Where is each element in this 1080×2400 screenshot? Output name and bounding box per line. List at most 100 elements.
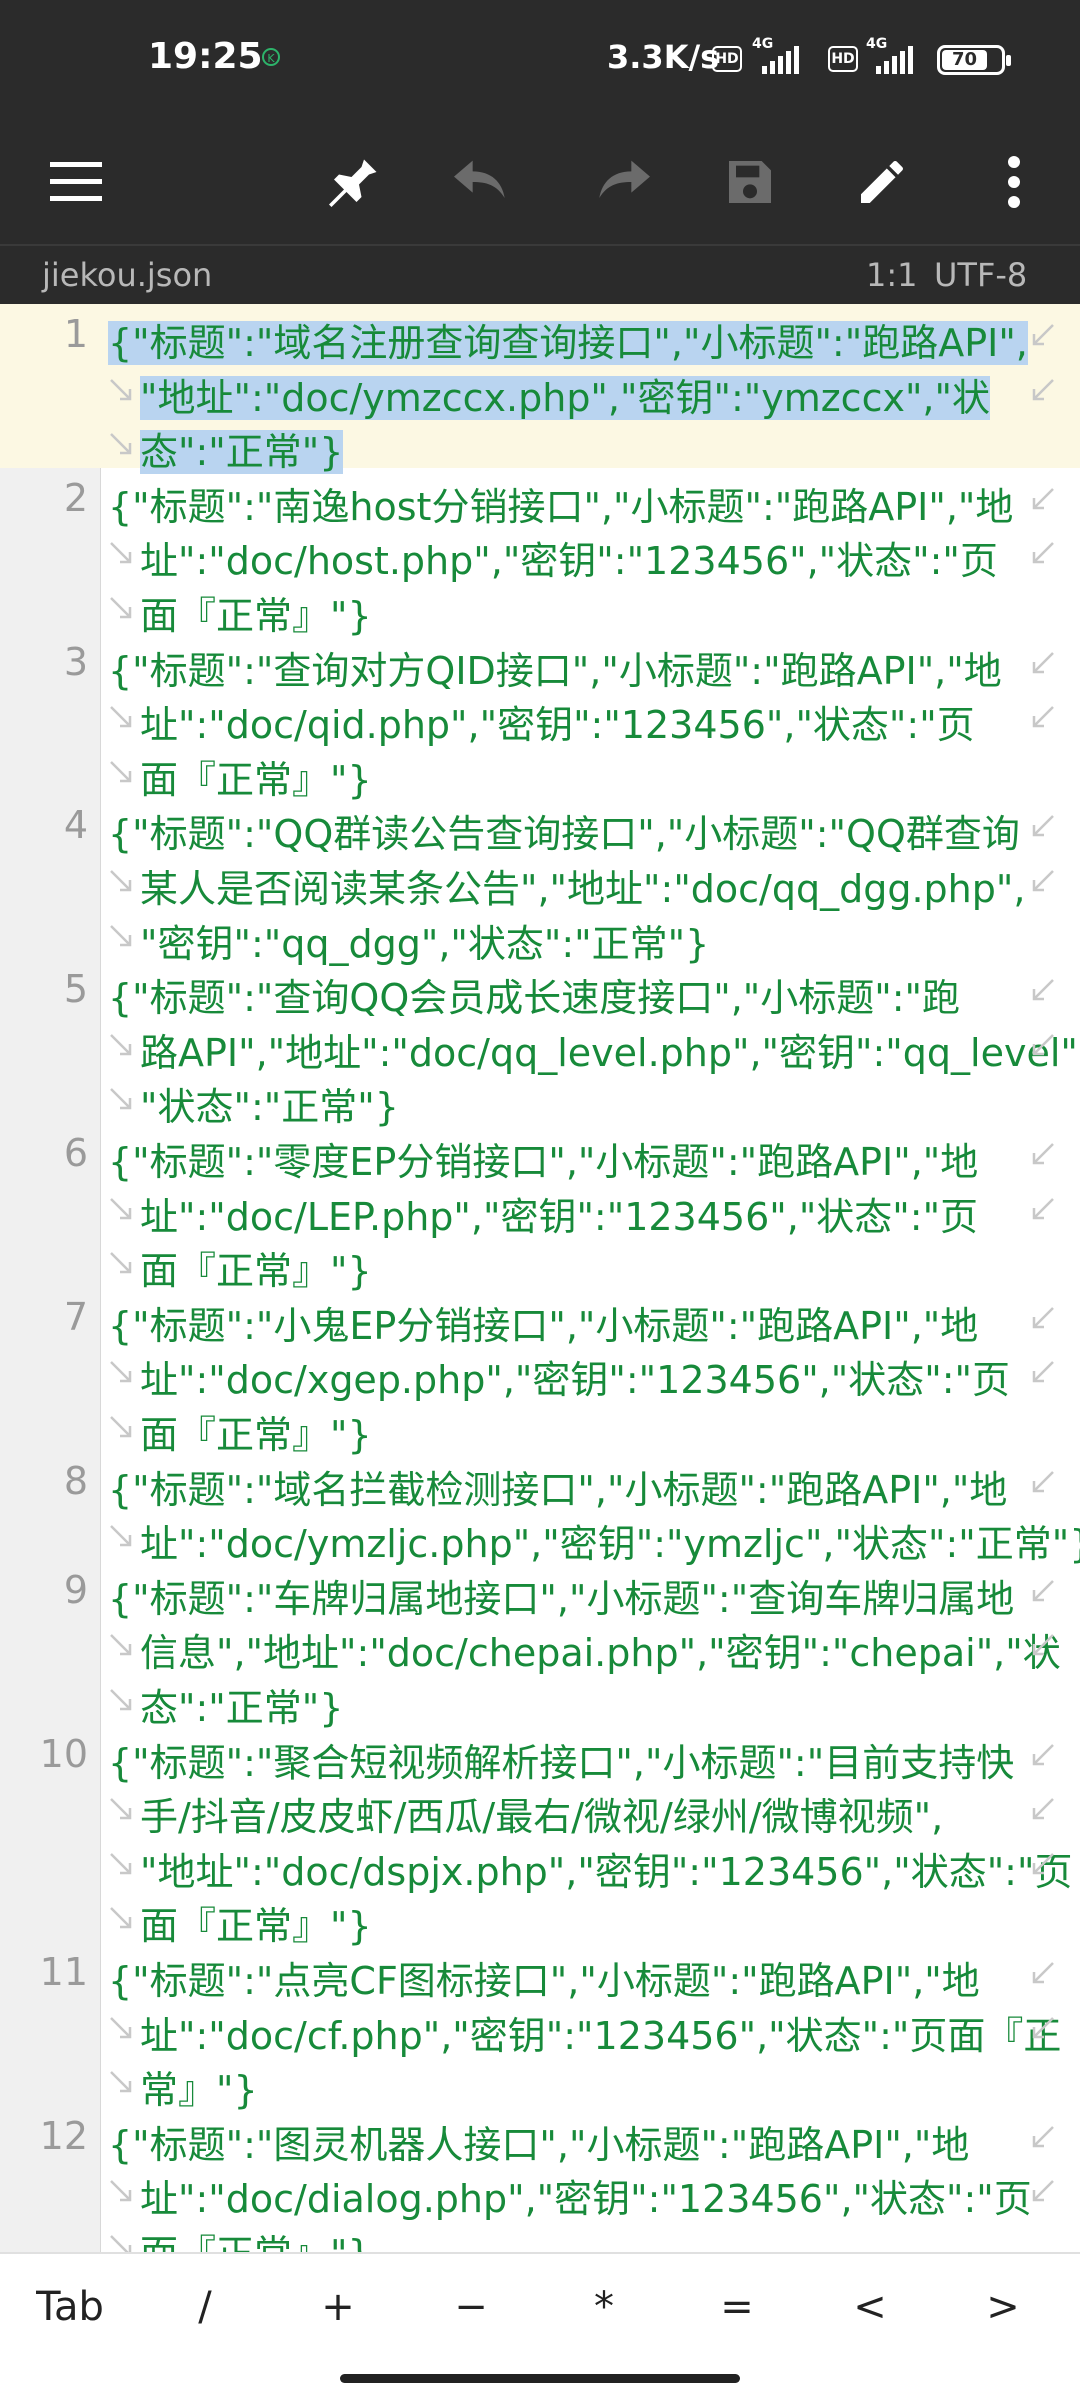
wrap-start-icon	[110, 870, 132, 892]
symbol-key-bar: Tab / + − * = < >	[0, 2252, 1080, 2364]
code-text: {"标题":"聚合短视频解析接口","小标题":"目前支持快	[108, 1740, 1015, 1785]
code-line[interactable]: 3 {"标题":"查询对方QID接口","小标题":"跑路API","地 址":"d…	[0, 632, 1080, 802]
line-number: 4	[63, 803, 88, 848]
code-line[interactable]: 4 {"标题":"QQ群读公告查询接口","小标题":"QQ群查询 某人是否阅读某条…	[0, 795, 1080, 966]
wrap-start-icon	[110, 924, 132, 946]
wrap-start-icon	[110, 2180, 132, 2202]
code-text: {"标题":"小鬼EP分销接口","小标题":"跑路API","地	[108, 1303, 979, 1348]
menu-icon[interactable]	[34, 140, 118, 224]
key-minus[interactable]: −	[426, 2272, 516, 2342]
code-line[interactable]: 5 {"标题":"查询QQ会员成长速度接口","小标题":"跑 路API","地址"…	[0, 959, 1080, 1129]
wrap-end-icon	[1032, 815, 1054, 837]
code-text: {"标题":"零度EP分销接口","小标题":"跑路API","地	[108, 1140, 979, 1184]
save-icon[interactable]	[708, 140, 792, 224]
key-greater-than[interactable]: >	[958, 2272, 1048, 2342]
code-line[interactable]: 6 {"标题":"零度EP分销接口","小标题":"跑路API","地 址":"do…	[0, 1123, 1080, 1293]
wrap-end-icon	[1032, 1798, 1054, 1820]
wrap-start-icon	[110, 1798, 132, 1820]
file-encoding[interactable]: UTF-8	[934, 256, 1027, 294]
key-slash[interactable]: /	[160, 2272, 250, 2342]
code-text: 面『正常』"}	[140, 2223, 372, 2252]
cursor-position: 1:1	[866, 256, 918, 294]
line-number: 6	[63, 1131, 88, 1175]
wrap-start-icon	[110, 2016, 132, 2038]
wrap-start-icon	[110, 1852, 132, 1875]
wrap-end-icon	[1032, 324, 1054, 346]
status-bar: 19:25 K 3.3K/s HD 4G HD 4G 70	[0, 0, 1080, 120]
line-number: 8	[63, 1458, 88, 1503]
wrap-end-icon	[1032, 651, 1054, 673]
wrap-start-icon	[110, 1634, 132, 1656]
wrap-start-icon	[110, 706, 132, 728]
code-text: "地址":"doc/dspjx.php","密钥":"123456","状态":…	[140, 1849, 1073, 1894]
wrap-start-icon	[110, 1907, 132, 1929]
code-text: 址":"doc/xgep.php","密钥":"123456","状态":"页	[140, 1358, 1010, 1403]
wrap-start-icon	[110, 1033, 132, 1056]
key-tab[interactable]: Tab	[20, 2272, 120, 2342]
code-text: {"标题":"车牌归属地接口","小标题":"查询车牌归属地	[108, 1576, 1015, 1621]
undo-icon[interactable]	[444, 140, 528, 224]
notification-dot-icon: K	[262, 48, 280, 66]
code-line[interactable]: 7 {"标题":"小鬼EP分销接口","小标题":"跑路API","地 址":"do…	[0, 1287, 1080, 1457]
key-equals[interactable]: =	[692, 2272, 782, 2342]
wrap-end-icon	[1032, 542, 1054, 564]
line-number: 11	[39, 1950, 88, 1994]
wrap-end-icon	[1032, 1033, 1054, 1056]
wrap-start-icon	[110, 378, 132, 400]
signal-icon: 4G	[752, 36, 822, 74]
code-text: 址":"doc/cf.php","密钥":"123456","状态":"页面『正	[140, 2013, 1062, 2058]
wrap-end-icon	[1032, 979, 1054, 1001]
code-line[interactable]: 11 {"标题":"点亮CF图标接口","小标题":"跑路API","地 址":"d…	[0, 1942, 1080, 2112]
battery-icon: 70	[937, 45, 1011, 75]
line-number: 1	[63, 312, 88, 356]
wrap-end-icon	[1032, 2180, 1054, 2202]
status-time: 19:25	[148, 36, 263, 77]
code-text: {"标题":"图灵机器人接口","小标题":"跑路API","地	[108, 2122, 970, 2167]
code-line[interactable]: 1 {"标题":"域名注册查询查询接口","小标题":"跑路API", "地址":"…	[0, 304, 1080, 475]
code-line[interactable]: 2 {"标题":"南逸host分销接口","小标题":"跑路API","地 址":"…	[0, 468, 1080, 638]
code-text: 某人是否阅读某条公告","地址":"doc/qq_dgg.php",	[140, 866, 1026, 911]
wrap-start-icon	[110, 1689, 132, 1711]
line-number: 2	[63, 475, 88, 520]
wrap-start-icon	[110, 1525, 132, 1547]
code-line[interactable]: 8 {"标题":"域名拦截检测接口","小标题":"跑路API","地 址":"do…	[0, 1451, 1080, 1567]
code-text: {"标题":"域名拦截检测接口","小标题":"跑路API","地	[108, 1467, 1008, 1512]
wrap-end-icon	[1032, 1634, 1054, 1656]
redo-icon[interactable]	[576, 140, 660, 224]
editor-toolbar	[0, 120, 1080, 244]
wrap-end-icon	[1032, 1470, 1054, 1492]
wrap-start-icon	[110, 1416, 132, 1438]
code-text: 址":"doc/qid.php","密钥":"123456","状态":"页	[140, 703, 975, 748]
file-info-bar: jiekou.json 1:1 UTF-8	[0, 246, 1080, 304]
edit-icon[interactable]	[840, 140, 924, 224]
wrap-start-icon	[110, 2071, 132, 2093]
network-speed: 3.3K/s	[607, 38, 720, 76]
pin-icon[interactable]	[312, 140, 396, 224]
wrap-end-icon	[1032, 1197, 1054, 1219]
code-text: "地址":"doc/ymzccx.php","密钥":"ymzccx","状	[140, 375, 990, 420]
code-line[interactable]: 10 {"标题":"聚合短视频解析接口","小标题":"目前支持快 手/抖音/皮皮虾…	[0, 1724, 1080, 1949]
code-line[interactable]: 9 {"标题":"车牌归属地接口","小标题":"查询车牌归属地 信息","地址":…	[0, 1560, 1080, 1730]
code-text: 址":"doc/dialog.php","密钥":"123456","状态":"…	[140, 2177, 1032, 2222]
line-number: 3	[63, 639, 88, 684]
code-text: {"标题":"查询QQ会员成长速度接口","小标题":"跑	[108, 976, 961, 1021]
wrap-start-icon	[110, 1252, 132, 1274]
wrap-start-icon	[110, 760, 132, 783]
code-line[interactable]: 12 {"标题":"图灵机器人接口","小标题":"跑路API","地 址":"do…	[0, 2106, 1080, 2252]
key-less-than[interactable]: <	[825, 2272, 915, 2342]
wrap-end-icon	[1032, 1852, 1054, 1875]
more-icon[interactable]	[972, 140, 1056, 224]
wrap-end-icon	[1032, 1579, 1054, 1602]
wrap-end-icon	[1032, 2125, 1054, 2148]
wrap-start-icon	[110, 542, 132, 564]
hd-icon-2: HD	[828, 46, 858, 72]
wrap-end-icon	[1032, 1143, 1054, 1165]
code-text: 手/抖音/皮皮虾/西瓜/最右/微视/绿州/微博视频",	[140, 1795, 944, 1840]
home-indicator[interactable]	[340, 2374, 740, 2383]
wrap-start-icon	[110, 597, 132, 619]
code-text: 信息","地址":"doc/chepai.php","密钥":"chepai",…	[140, 1631, 1061, 1676]
key-asterisk[interactable]: *	[559, 2272, 649, 2342]
code-editor[interactable]: 1 {"标题":"域名注册查询查询接口","小标题":"跑路API", "地址":"…	[0, 304, 1080, 2252]
key-plus[interactable]: +	[293, 2272, 383, 2342]
wrap-end-icon	[1032, 2016, 1054, 2038]
